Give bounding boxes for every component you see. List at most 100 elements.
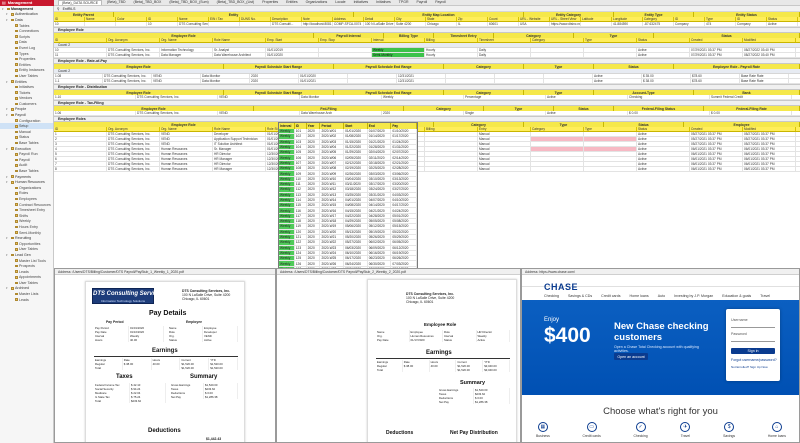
- column-header[interactable]: Role Name: [213, 38, 266, 42]
- table-cell[interactable]: 7: [54, 162, 107, 166]
- popup-cell[interactable]: 2020: [307, 181, 321, 187]
- popup-cell[interactable]: 06/10/2020: [344, 250, 368, 256]
- password-field[interactable]: [731, 341, 775, 342]
- popup-cell[interactable]: 114: [295, 197, 307, 203]
- popup-cell[interactable]: 2020: [307, 245, 321, 250]
- column-header[interactable]: Detail: [364, 17, 395, 21]
- chase-menu-item[interactable]: Home loans: [630, 294, 649, 298]
- popup-cell[interactable]: 2020: [307, 234, 321, 240]
- table-cell[interactable]: Sr. Analyst: [213, 48, 266, 52]
- table-cell[interactable]: [531, 132, 584, 136]
- table-cell[interactable]: Data Warehouse Architect: [213, 53, 266, 57]
- table-cell[interactable]: VEND: [152, 79, 201, 83]
- tab-12[interactable]: Payroll: [414, 0, 431, 5]
- popup-cell[interactable]: 2020-W15: [320, 203, 345, 208]
- expand-arrow-icon[interactable]: ▾: [6, 80, 9, 84]
- table-cell[interactable]: DTS Consulting Services, Inc.: [107, 132, 160, 136]
- column-header[interactable]: ID: [54, 38, 107, 42]
- column-header[interactable]: Status: [637, 127, 690, 131]
- column-header[interactable]: ID: [147, 17, 178, 21]
- tab-1[interactable]: (Beta)_TBD: [104, 0, 128, 5]
- column-header[interactable]: Address: [333, 17, 364, 21]
- popup-cell[interactable]: Weekly: [279, 134, 295, 139]
- popup-cell[interactable]: 112: [295, 187, 307, 192]
- table-cell[interactable]: $ 0.00: [710, 111, 792, 115]
- app-title-block[interactable]: ▤ Management: [0, 0, 54, 6]
- table-cell[interactable]: [581, 22, 612, 26]
- table-cell[interactable]: Active: [546, 111, 628, 115]
- table-cell[interactable]: Semi-Monthly: [372, 53, 425, 57]
- column-header[interactable]: DUNS No.: [240, 17, 271, 21]
- popup-cell[interactable]: 04/29/2020: [344, 219, 368, 224]
- column-header[interactable]: City: [395, 17, 426, 21]
- popup-cell[interactable]: 05/06/2020: [344, 224, 368, 229]
- popup-cell[interactable]: 03/06/2020: [391, 171, 417, 176]
- popup-cell[interactable]: 04/10/2020: [391, 197, 417, 203]
- popup-cell[interactable]: 03/04/2020: [344, 176, 368, 181]
- popup-cell[interactable]: 2020-W25: [320, 256, 345, 261]
- popup-cell[interactable]: Weekly: [279, 224, 295, 229]
- table-cell[interactable]: Active: [637, 162, 690, 166]
- product-tile[interactable]: ✓ Checking: [633, 422, 648, 438]
- tab-4[interactable]: (Beta)_TBD_BOX_(List): [214, 0, 258, 5]
- table-cell[interactable]: $ 38.00: [642, 79, 691, 83]
- table-cell[interactable]: [240, 22, 271, 26]
- column-header[interactable]: Count: [488, 17, 519, 21]
- column-header[interactable]: URL - Street View: [550, 17, 581, 21]
- popup-cell[interactable]: 2020-W04: [320, 144, 345, 150]
- table-cell[interactable]: 01/01/2020: [299, 74, 348, 78]
- popup-cell[interactable]: 2020-W20: [320, 229, 345, 234]
- popup-cell[interactable]: 02/19/2020: [344, 166, 368, 171]
- expand-arrow-icon[interactable]: ▾: [6, 107, 9, 111]
- popup-cell[interactable]: 01/21/2020: [368, 139, 392, 144]
- table-cell[interactable]: 06/01/2021 03:37 PM: [690, 157, 743, 161]
- table-cell[interactable]: [584, 147, 637, 151]
- column-header[interactable]: Status: [767, 17, 798, 21]
- table-cell[interactable]: [531, 147, 584, 151]
- table-cell[interactable]: Data Monitor: [300, 95, 382, 99]
- popup-cell[interactable]: 117: [295, 213, 307, 219]
- popup-cell[interactable]: 05/29/2020: [391, 234, 417, 240]
- popup-cell[interactable]: 02/28/2020: [391, 166, 417, 171]
- popup-cell[interactable]: Weekly: [279, 234, 295, 240]
- table-cell[interactable]: 10: [54, 22, 85, 26]
- popup-cell[interactable]: 126: [295, 261, 307, 266]
- tab-3[interactable]: (Beta)_TBD_BOX_(Sum): [166, 0, 211, 5]
- popup-cell[interactable]: 04/15/2020: [344, 208, 368, 213]
- popup-cell[interactable]: 2020-W23: [320, 245, 345, 250]
- popup-cell[interactable]: 03/11/2020: [344, 181, 368, 187]
- table-cell[interactable]: 8: [54, 167, 107, 171]
- column-header[interactable]: Zip: [457, 17, 488, 21]
- popup-cell[interactable]: 105: [295, 150, 307, 155]
- column-header[interactable]: Org. Name: [160, 38, 213, 42]
- popup-cell[interactable]: 109: [295, 171, 307, 176]
- product-tile[interactable]: ⌂ Home loans: [768, 422, 786, 438]
- not-enrolled-link[interactable]: Not Enrolled? Sign Up Now.: [731, 365, 768, 369]
- popup-cell[interactable]: 03/20/2020: [391, 181, 417, 187]
- column-header[interactable]: Category: [531, 127, 584, 131]
- table-cell[interactable]: Active: [546, 95, 628, 99]
- popup-cell[interactable]: Weekly: [279, 203, 295, 208]
- chase-menu-item[interactable]: Checking: [544, 294, 559, 298]
- table-cell[interactable]: DTS Consulting Services, Inc.: [107, 152, 160, 156]
- popup-cell[interactable]: 03/25/2020: [344, 192, 368, 197]
- table-cell[interactable]: Percentage: [464, 95, 546, 99]
- table-cell[interactable]: Company: [736, 22, 767, 26]
- expand-arrow-icon[interactable]: ▾: [6, 18, 9, 22]
- browser-window-chase[interactable]: Address: https://www.chase.com/ CHASE Ch…: [521, 268, 800, 443]
- table-cell[interactable]: Active: [637, 157, 690, 161]
- table-cell[interactable]: Information Technology: [160, 48, 213, 52]
- popup-cell[interactable]: 01/22/2020: [344, 144, 368, 150]
- popup-cell[interactable]: 103: [295, 139, 307, 144]
- table-cell[interactable]: DTS Consulti...: [271, 22, 302, 26]
- popup-cell[interactable]: 02/05/2020: [344, 155, 368, 160]
- popup-cell[interactable]: 2020-W08: [320, 166, 345, 171]
- popup-cell[interactable]: 05/27/2020: [344, 240, 368, 245]
- popup-cell[interactable]: 121: [295, 234, 307, 240]
- popup-cell[interactable]: 2020-W01: [320, 129, 345, 134]
- popup-cell[interactable]: 03/27/2020: [391, 187, 417, 192]
- popup-cell[interactable]: 03/18/2020: [344, 187, 368, 192]
- table-cell[interactable]: $ 35.00: [642, 74, 691, 78]
- popup-cell[interactable]: 2020-W21: [320, 234, 345, 240]
- chase-menu-item[interactable]: Credit cards: [601, 294, 620, 298]
